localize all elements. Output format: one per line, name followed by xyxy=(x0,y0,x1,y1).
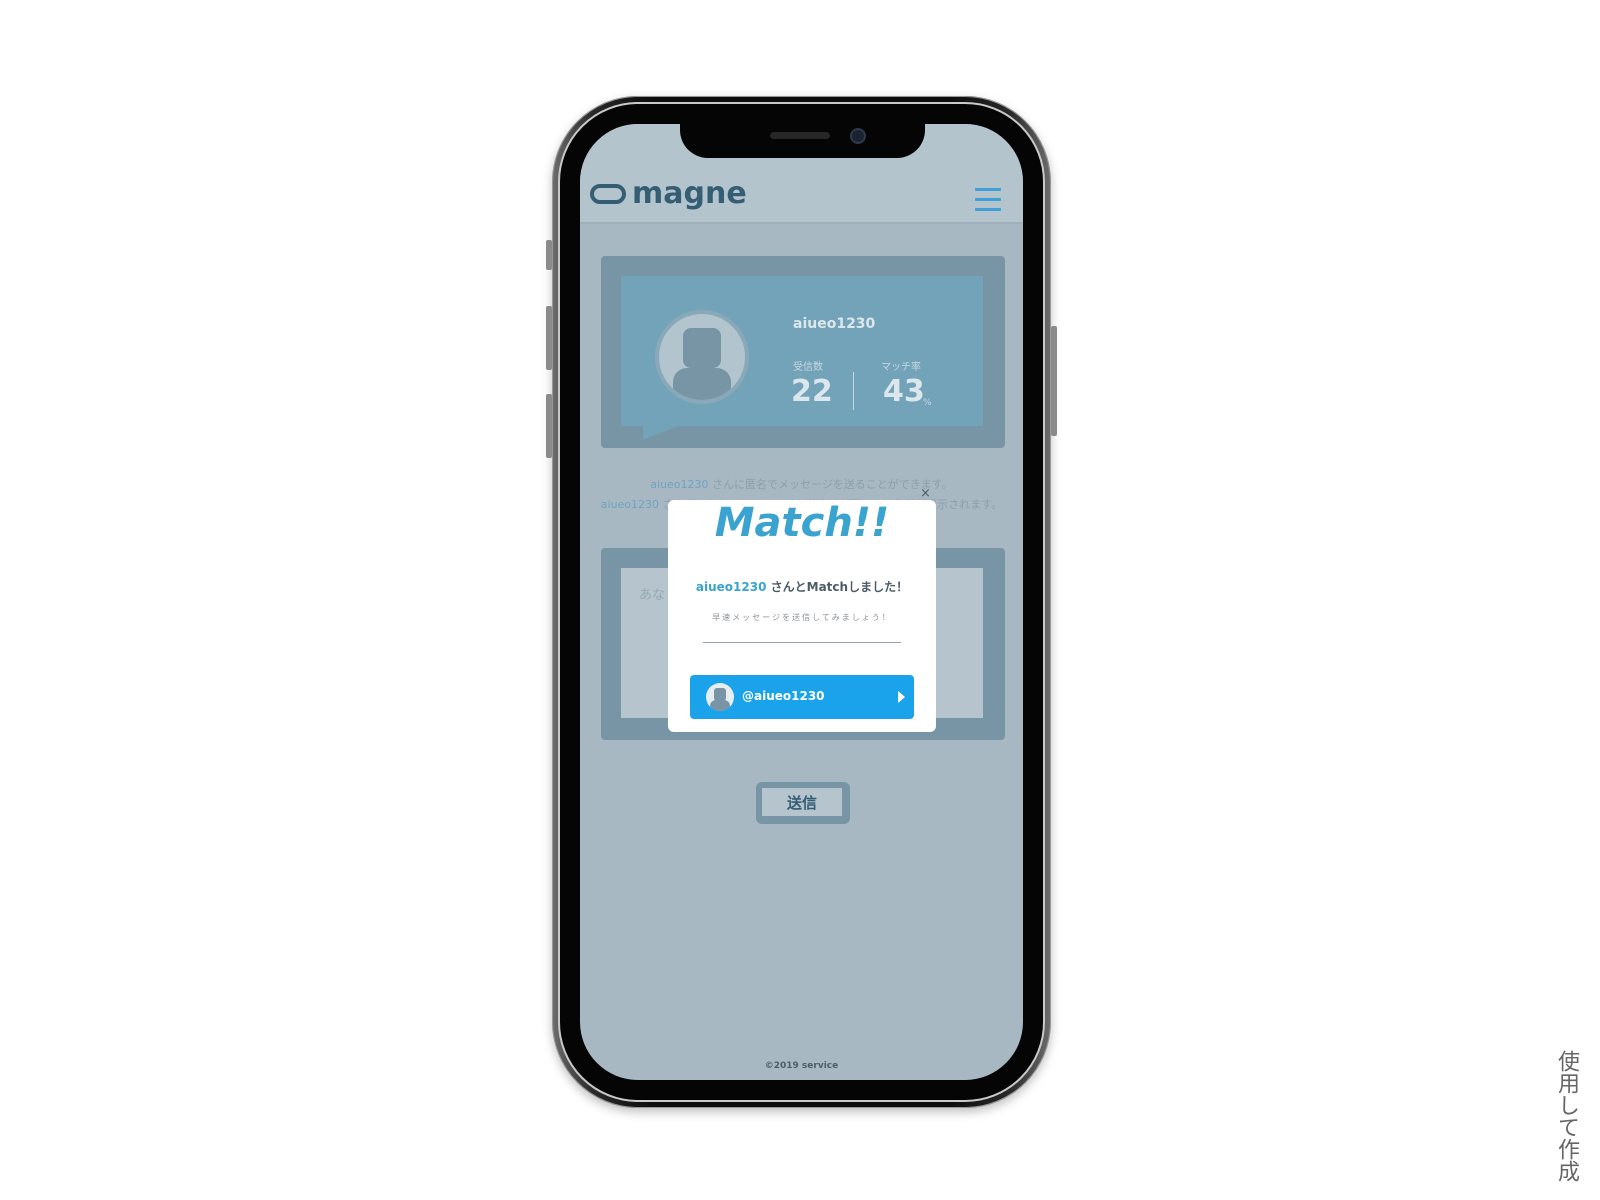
magnet-logo-icon xyxy=(590,183,626,204)
avatar-body-icon xyxy=(673,368,731,400)
match-rate-label: マッチ率 xyxy=(881,362,921,373)
profile-card: aiueo1230 受信数 22 マッチ率 43 % xyxy=(601,256,1005,448)
received-count-label: 受信数 xyxy=(793,362,823,373)
profile-username: aiueo1230 xyxy=(793,316,876,332)
camera-icon xyxy=(850,128,866,144)
menu-bar xyxy=(975,198,1001,201)
match-rate-value: 43 xyxy=(883,374,925,409)
watermark-text: 使用して作成 xyxy=(1554,1050,1579,1182)
received-count-value: 22 xyxy=(791,374,833,409)
logo-text: magne xyxy=(632,176,747,211)
volume-up-button xyxy=(546,306,552,370)
matched-profile-button[interactable]: @aiueo1230 xyxy=(690,675,914,719)
speech-bubble-tail xyxy=(643,424,683,440)
footer-copyright: ©2019 service xyxy=(764,1061,839,1071)
match-message-text: さんとMatchしました！ xyxy=(766,580,909,594)
info-username: aiueo1230 xyxy=(650,478,709,491)
avatar-head-icon xyxy=(683,328,721,368)
app-logo[interactable]: magne xyxy=(590,176,747,211)
menu-bar xyxy=(975,188,1001,191)
avatar xyxy=(655,310,749,404)
match-rate-unit: % xyxy=(923,398,932,408)
close-icon[interactable]: × xyxy=(920,486,931,501)
match-title: Match!! xyxy=(714,500,890,546)
stat-divider xyxy=(853,372,854,410)
mute-switch xyxy=(546,240,552,270)
menu-bar xyxy=(975,208,1001,211)
match-message: aiueo1230 さんとMatchしました！ xyxy=(668,578,936,595)
modal-divider xyxy=(703,642,901,643)
info-line-1: aiueo1230 さんに匿名でメッセージを送ることができます。 xyxy=(580,476,1023,492)
chevron-right-icon xyxy=(898,691,905,703)
hamburger-menu-icon[interactable] xyxy=(975,188,1001,211)
send-button-label: 送信 xyxy=(762,788,842,816)
send-button[interactable]: 送信 xyxy=(756,782,850,824)
profile-bubble: aiueo1230 受信数 22 マッチ率 43 % xyxy=(621,276,983,426)
avatar xyxy=(706,683,734,711)
match-modal: × Match!! aiueo1230 さんとMatchしました！ 早速メッセー… xyxy=(668,486,936,732)
power-button xyxy=(1051,326,1057,436)
phone-screen: magne aiueo1230 受信数 22 マッチ率 43 % aiueo12… xyxy=(580,124,1023,1080)
matched-profile-handle: @aiueo1230 xyxy=(742,689,825,703)
message-placeholder: あな xyxy=(639,588,666,603)
info-text: さんに匿名でメッセージを送ることができます。 xyxy=(708,478,953,491)
speaker-grill xyxy=(770,132,830,139)
volume-down-button xyxy=(546,394,552,458)
avatar-body-icon xyxy=(710,700,730,711)
phone-notch xyxy=(680,110,925,158)
info-username: aiueo1230 xyxy=(600,498,660,511)
match-subtext: 早速メッセージを送信してみましょう！ xyxy=(712,613,892,622)
match-username: aiueo1230 xyxy=(695,580,767,594)
